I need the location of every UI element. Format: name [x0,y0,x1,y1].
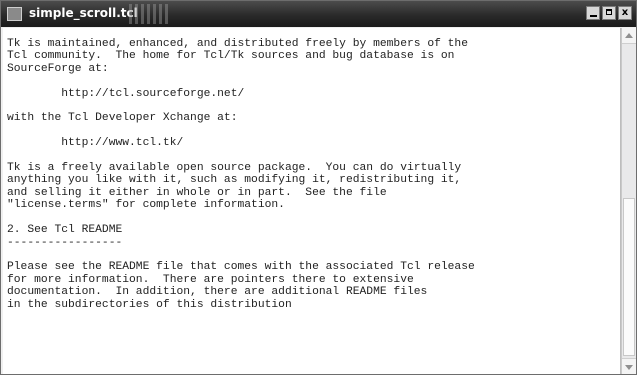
title-decoration [129,4,171,24]
scrollbar-thumb[interactable] [623,198,635,356]
vertical-scrollbar[interactable] [621,28,636,374]
text-content[interactable]: Tk is maintained, enhanced, and distribu… [3,28,620,311]
scroll-down-arrow-icon[interactable] [622,358,636,374]
text-area[interactable]: Tk is maintained, enhanced, and distribu… [3,28,621,374]
close-button[interactable]: x [618,6,632,20]
minimize-button[interactable] [586,6,600,20]
scroll-up-arrow-icon[interactable] [622,28,636,44]
window-title: simple_scroll.tcl [29,6,138,20]
maximize-button[interactable] [602,6,616,20]
title-bar[interactable]: simple_scroll.tcl x [1,1,636,27]
app-icon [7,7,22,21]
app-window: simple_scroll.tcl x Tk is maintained, en… [0,0,637,375]
window-controls: x [586,6,632,20]
